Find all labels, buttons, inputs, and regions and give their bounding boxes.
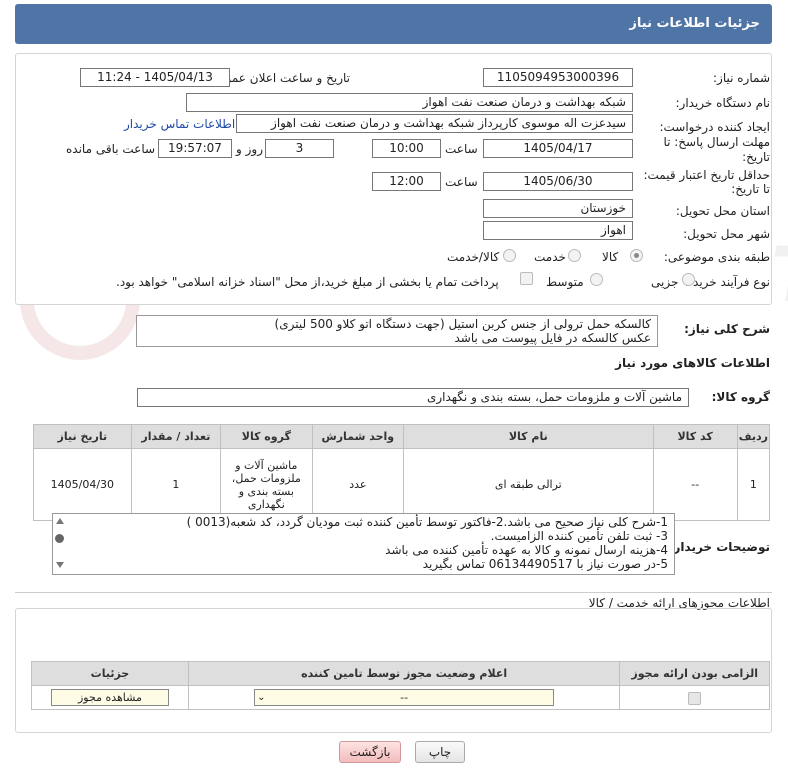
goods-info-title: اطلاعات کالاهای مورد نیاز — [615, 356, 770, 370]
deadline-hour-label: ساعت — [445, 142, 478, 156]
category-radio-service[interactable] — [568, 249, 581, 262]
view-permit-button[interactable]: مشاهده مجوز — [50, 689, 169, 706]
need-number-label: شماره نیاز: — [713, 71, 770, 85]
cell-name: ترالی طبقه ای — [403, 448, 654, 521]
min-price-hour-label: ساعت — [445, 175, 478, 189]
page-title: جزئیات اطلاعات نیاز — [629, 16, 760, 31]
table-row: 1 -- ترالی طبقه ای عدد ماشین آلات و ملزو… — [33, 448, 771, 521]
category-option-goods-service: کالا/خدمت — [447, 250, 500, 264]
treasury-note: پرداخت تمام یا بخشی از مبلغ خرید،از محل … — [116, 275, 499, 289]
col-group: گروه کالا — [220, 424, 313, 449]
scroll-thumb-icon[interactable] — [55, 534, 64, 543]
cell-code: -- — [652, 448, 738, 521]
min-price-label-date: تا تاریخ: — [731, 182, 770, 196]
col-name: نام کالا — [403, 424, 654, 449]
table-row: -- ⌄ مشاهده مجوز — [31, 685, 770, 710]
goods-group-label: گروه کالا: — [711, 390, 770, 404]
need-number-field: 1105094953000396 — [483, 68, 633, 87]
permits-table: الزامی بودن ارائه مجوز اعلام وضعیت مجوز … — [31, 661, 770, 710]
permit-required-checkbox — [688, 691, 702, 705]
general-desc-textarea: کالسکه حمل ترولی از جنس کربن استیل (جهت … — [136, 315, 658, 347]
col-permit-required: الزامی بودن ارائه مجوز — [619, 661, 770, 686]
announce-datetime-field: 1405/04/13 - 11:24 — [80, 68, 230, 87]
process-radio-medium[interactable] — [590, 273, 603, 286]
col-qty: تعداد / مقدار — [130, 424, 222, 449]
permit-status-select[interactable]: -- ⌄ — [254, 689, 555, 706]
buyer-org-label: نام دستگاه خریدار: — [675, 96, 771, 110]
city-field: اهواز — [483, 221, 633, 240]
days-label: روز و — [236, 142, 263, 156]
category-radio-goods[interactable] — [630, 249, 643, 262]
section-divider — [15, 592, 772, 593]
col-date: تاریخ نیاز — [33, 424, 132, 449]
general-desc-label: شرح کلی نیاز: — [684, 322, 770, 336]
goods-table: ردیف کد کالا نام کالا واحد شمارش گروه کا… — [33, 424, 771, 521]
category-option-service: خدمت — [534, 250, 566, 264]
province-field: خوزستان — [483, 199, 633, 218]
category-option-goods: کالا — [602, 250, 619, 264]
col-permit-details: جزئیات — [31, 661, 189, 686]
goods-group-field: ماشین آلات و ملزومات حمل، بسته بندی و نگ… — [137, 388, 689, 407]
buyer-notes-line-4: 5-در صورت نیاز با 06134490517 تماس بگیری… — [422, 557, 668, 571]
back-button[interactable]: بازگشت — [339, 741, 401, 763]
permit-status-value: -- — [400, 691, 409, 704]
buyer-notes-textarea: 1-شرح کلی نیاز صحیح می باشد.2-فاکتور توس… — [52, 513, 675, 575]
creator-label: ایجاد کننده درخواست: — [659, 120, 770, 134]
cell-qty: 1 — [130, 448, 222, 521]
deadline-date-field: 1405/04/17 — [483, 139, 633, 158]
print-button[interactable]: چاپ — [415, 741, 465, 763]
deadline-time-field: 10:00 — [372, 139, 441, 158]
general-desc-line-2: عکس کالسکه در فایل پیوست می باشد — [454, 331, 652, 345]
buyer-notes-scrollbar[interactable] — [54, 516, 68, 572]
province-label: استان محل تحویل: — [675, 204, 770, 218]
buyer-org-field: شبکه بهداشت و درمان صنعت نفت اهواز — [186, 93, 633, 112]
days-count-field: 3 — [265, 139, 334, 158]
process-option-minor: جزیی — [651, 275, 679, 289]
min-price-label: حداقل تاریخ اعتبار قیمت: — [643, 168, 770, 182]
process-label: نوع فرآیند خرید : — [685, 275, 770, 289]
deadline-label: مهلت ارسال پاسخ: تا — [663, 135, 770, 149]
cell-unit: عدد — [311, 448, 405, 521]
page-header: جزئیات اطلاعات نیاز — [15, 4, 772, 44]
process-radio-minor[interactable] — [682, 273, 695, 286]
treasury-checkbox[interactable] — [520, 272, 533, 285]
creator-field: سیدعزت اله موسوی کارپرداز شبکه بهداشت و … — [236, 114, 633, 133]
col-permit-status: اعلام وضعیت مجوز توسط تامین کننده — [187, 661, 621, 686]
scroll-up-icon[interactable] — [56, 518, 64, 524]
min-price-time-field: 12:00 — [372, 172, 441, 191]
deadline-label-date: تاریخ: — [742, 150, 770, 164]
buyer-notes-line-2: 3- ثبت تلفن تأمین کننده الزامیست. — [490, 529, 668, 543]
cell-date: 1405/04/30 — [33, 448, 132, 521]
buyer-notes-label: توضیحات خریدار: — [668, 540, 770, 554]
min-price-date-field: 1405/06/30 — [483, 172, 633, 191]
col-row: ردیف — [736, 424, 771, 449]
buyer-contact-link[interactable]: اطلاعات تماس خریدار — [124, 117, 235, 131]
category-label: طبقه بندی موضوعی: — [663, 250, 770, 264]
cell-row: 1 — [736, 448, 771, 521]
cell-group: ماشین آلات و ملزومات حمل، بسته بندی و نگ… — [220, 448, 313, 521]
general-desc-line-1: کالسکه حمل ترولی از جنس کربن استیل (جهت … — [274, 317, 651, 331]
city-label: شهر محل تحویل: — [683, 227, 770, 241]
buyer-notes-line-3: 4-هزینه ارسال نمونه و کالا به عهده تأمین… — [385, 543, 668, 557]
buyer-notes-line-1: 1-شرح کلی نیاز صحیح می باشد.2-فاکتور توس… — [186, 515, 668, 529]
col-unit: واحد شمارش — [311, 424, 405, 449]
process-option-medium: متوسط — [546, 275, 584, 289]
chevron-down-icon[interactable]: ⌄ — [257, 690, 265, 705]
scroll-down-icon[interactable] — [56, 562, 64, 568]
remaining-time-field: 19:57:07 — [158, 139, 232, 158]
remaining-label: ساعت باقی مانده — [66, 142, 156, 156]
category-radio-goods-service[interactable] — [503, 249, 516, 262]
col-code: کد کالا — [652, 424, 738, 449]
